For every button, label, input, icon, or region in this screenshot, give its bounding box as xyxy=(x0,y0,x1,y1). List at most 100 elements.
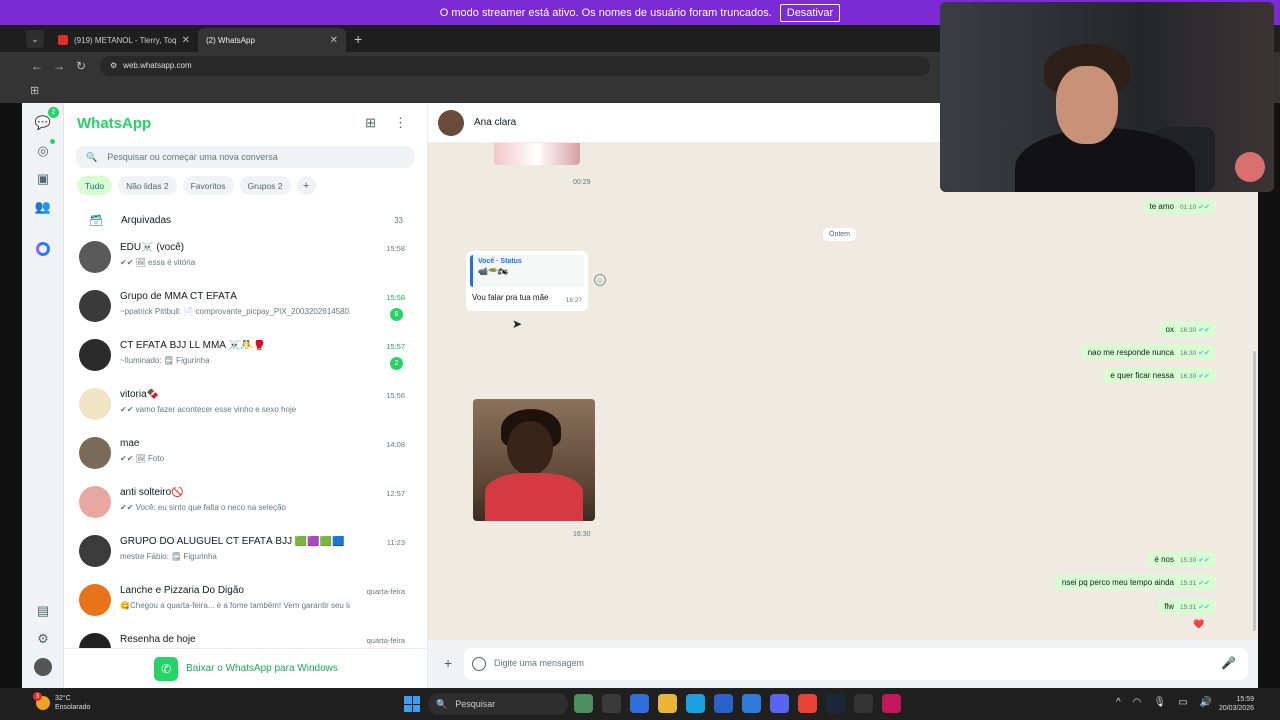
discord-icon[interactable] xyxy=(770,694,789,713)
url-field[interactable]: ⚙ web.whatsapp.com xyxy=(100,55,930,76)
chat-avatar xyxy=(79,388,111,420)
quoted-status[interactable]: Você · Status 📹🥗🏍 xyxy=(470,255,584,287)
search-icon: 🔍 xyxy=(86,151,98,162)
message-time: 16:30 xyxy=(1179,350,1197,357)
volume-icon[interactable]: 🔊 xyxy=(1200,697,1212,708)
filter-unread[interactable]: Não lidas 2 xyxy=(118,176,177,195)
reaction-heart[interactable]: ❤️ xyxy=(1193,619,1204,630)
sticker-emoji-icon[interactable] xyxy=(472,657,486,671)
sun-icon: 3 xyxy=(33,692,50,710)
copilot-icon[interactable] xyxy=(574,694,593,713)
chat-list-item[interactable]: anti solteiro🚫 12:57 ✔✔ Você: eu sinto que… xyxy=(64,478,424,527)
steam-icon[interactable] xyxy=(826,694,845,713)
close-icon[interactable]: ✕ xyxy=(330,35,338,46)
tab-title: (2) WhatsApp xyxy=(206,35,255,45)
conversation-scrollbar[interactable] xyxy=(1253,351,1256,631)
tab-youtube[interactable]: (919) METANOL - Tierry, Toque ✕ xyxy=(50,28,198,52)
new-tab-button[interactable]: + xyxy=(354,31,362,47)
photo-message[interactable] xyxy=(473,399,595,521)
file-explorer-icon[interactable] xyxy=(602,694,621,713)
chat-list-item[interactable]: GRUPO DO ALUGUEL CT EFATÁ BJJ 🟩🟪🟩🟦 11:23 m… xyxy=(64,527,424,576)
chat-list-item[interactable]: Grupo de MMA CT EFATÁ 15:58 ~ppatrick Pitt… xyxy=(64,282,424,331)
download-app-banner[interactable]: ✆ Baixar o WhatsApp para Windows xyxy=(64,648,427,688)
contact-avatar[interactable] xyxy=(438,110,464,136)
menu-dots-icon[interactable]: ⋮ xyxy=(394,115,407,131)
filter-all[interactable]: Tudo xyxy=(77,176,113,195)
outgoing-message[interactable]: é nos 15:30 ✔✔ xyxy=(1148,552,1216,567)
chevron-up-icon[interactable]: ^ xyxy=(1116,697,1121,708)
microphone-icon[interactable]: 🎙 xyxy=(1153,697,1166,708)
microphone-icon[interactable]: 🎤 xyxy=(1221,656,1236,670)
outgoing-message[interactable]: flw 15:31 ✔✔ xyxy=(1158,599,1216,614)
chat-name: Resenha de hoje xyxy=(120,634,196,645)
message-text: é nos xyxy=(1154,555,1174,564)
chat-list-item[interactable]: EDU☠️ (você) 15:58 ✔✔ 🖼 essa é vitória xyxy=(64,233,424,282)
store-icon[interactable] xyxy=(630,694,649,713)
photo-time: 16:30 xyxy=(573,531,591,538)
weather-widget[interactable]: 3 32°C Ensolarado xyxy=(33,692,90,712)
disable-streamer-button[interactable]: Desativar xyxy=(779,3,841,22)
forward-icon[interactable]: → xyxy=(48,59,70,73)
message-input[interactable]: Digite uma mensagem 🎤 xyxy=(464,648,1248,680)
channels-icon[interactable]: ▣ xyxy=(33,169,53,189)
settings-gear-icon[interactable]: ⚙ xyxy=(33,629,53,649)
archived-count: 33 xyxy=(394,215,403,225)
site-info-icon[interactable]: ⚙ xyxy=(110,61,117,70)
wifi-icon[interactable]: ◠ xyxy=(1133,697,1142,708)
new-chat-icon[interactable]: ⊞ xyxy=(365,115,376,131)
taskbar-search[interactable]: 🔍 Pesquisar xyxy=(428,693,568,715)
emoji-react-icon[interactable]: ☺ xyxy=(594,274,606,286)
apps-grid-icon[interactable]: ⊞ xyxy=(30,84,39,97)
image-message-partial[interactable] xyxy=(494,143,580,165)
outgoing-message[interactable]: e quer ficar nessa 16:30 ✔✔ xyxy=(1104,368,1216,383)
tab-search-button[interactable]: ⌄ xyxy=(26,30,44,48)
chat-list-item[interactable]: mae 14:08 ✔✔ 🖼 Foto xyxy=(64,429,424,478)
chat-list-item[interactable]: Lanche e Pizzaria Do Digão quarta-feira 😋C… xyxy=(64,576,424,625)
chat-name: Grupo de MMA CT EFATÁ xyxy=(120,291,237,302)
quote-author: Você · Status xyxy=(478,258,522,265)
folder-icon[interactable] xyxy=(658,694,677,713)
reload-icon[interactable]: ↻ xyxy=(70,59,92,73)
media-icon[interactable]: ▤ xyxy=(33,601,53,621)
outgoing-message[interactable]: te amo 01:10 ✔✔ xyxy=(1143,199,1216,214)
message-time: 16:30 xyxy=(1179,327,1197,334)
chats-icon[interactable]: 💬 2 xyxy=(33,107,59,133)
status-dot xyxy=(50,139,55,144)
outlook-icon[interactable] xyxy=(742,694,761,713)
tab-whatsapp[interactable]: (2) WhatsApp ✕ xyxy=(22,28,346,138)
chrome-icon[interactable] xyxy=(798,694,817,713)
attach-plus-icon[interactable]: + xyxy=(444,655,452,671)
unread-badge: 6 xyxy=(390,308,403,321)
download-label: Baixar o WhatsApp para Windows xyxy=(186,663,338,674)
calculator-icon[interactable] xyxy=(714,694,733,713)
chat-list-item[interactable]: vitoria🍫 15:56 ✔✔ vamo fazer acontecer ess… xyxy=(64,380,424,429)
message-composer: + Digite uma mensagem 🎤 xyxy=(428,640,1258,688)
outgoing-message[interactable]: nao me responde nunca 16:30 ✔✔ xyxy=(1081,345,1216,360)
search-input[interactable]: 🔍 Pesquisar ou começar uma nova conversa xyxy=(76,146,414,168)
chat-time: 11:23 xyxy=(386,538,405,547)
chat-list-item[interactable]: CT EFATÁ BJJ LL MMA ☠️🤼🥊 15:57 ~Iluminado:… xyxy=(64,331,424,380)
back-icon[interactable]: ← xyxy=(26,59,48,73)
taskbar-clock[interactable]: 15:59 20/03/2026 xyxy=(1219,695,1254,713)
outgoing-message[interactable]: nsei pq perco meu tempo ainda 15:31 ✔✔ xyxy=(1055,575,1216,590)
read-ticks-icon: ✔✔ xyxy=(1198,557,1210,564)
add-filter-button[interactable]: + xyxy=(296,176,316,195)
display-icon[interactable]: ▭ xyxy=(1178,697,1187,708)
archived-row[interactable]: 🗃 Arquivadas 33 xyxy=(64,207,427,233)
close-icon[interactable]: ✕ xyxy=(182,35,190,46)
profile-avatar[interactable] xyxy=(33,657,53,677)
outgoing-message[interactable]: ox 16:30 ✔✔ xyxy=(1159,322,1216,337)
weather-temp: 32°C xyxy=(55,695,71,702)
edge-icon[interactable] xyxy=(686,694,705,713)
communities-icon[interactable]: 👥 xyxy=(33,197,53,217)
meta-ai-icon[interactable] xyxy=(33,239,53,259)
status-reply-message[interactable]: Você · Status 📹🥗🏍 Vou falar pra tua mãe … xyxy=(466,251,588,311)
windows-start-icon[interactable] xyxy=(404,696,420,712)
system-tray: ^ ◠ 🎙 ▭ 🔊 xyxy=(1116,697,1212,708)
game-icon[interactable] xyxy=(882,694,901,713)
status-icon[interactable]: ◎ xyxy=(33,139,55,161)
filter-groups[interactable]: Grupos 2 xyxy=(239,176,291,195)
message-text: flw xyxy=(1164,602,1174,611)
filter-favorites[interactable]: Favoritos xyxy=(182,176,234,195)
obs-icon[interactable] xyxy=(854,694,873,713)
